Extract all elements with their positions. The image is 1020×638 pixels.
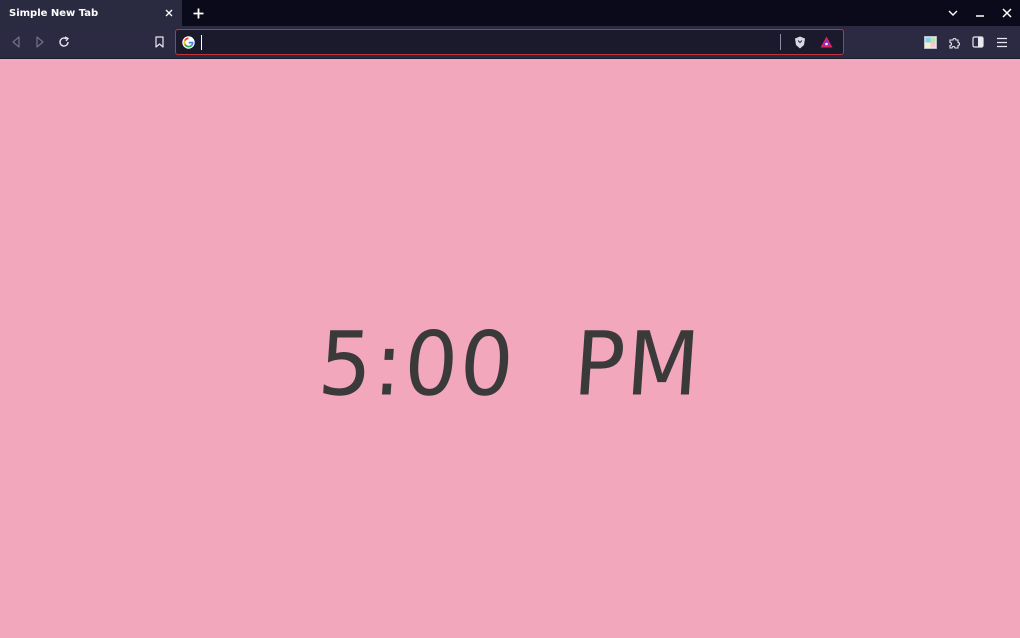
extension-tile-button[interactable] (918, 30, 942, 54)
tab-search-button[interactable] (939, 0, 966, 26)
toolbar (0, 26, 1020, 59)
brave-rewards-icon (820, 36, 832, 48)
google-icon (182, 35, 195, 49)
chevron-down-icon (948, 10, 957, 16)
extensions-button[interactable] (942, 30, 966, 54)
extension-tile-icon (923, 35, 937, 49)
toolbar-right (918, 30, 1014, 54)
brave-rewards-button[interactable] (815, 30, 837, 54)
url-input[interactable] (202, 32, 776, 52)
minimize-icon (975, 15, 984, 17)
new-tab-button[interactable] (182, 0, 214, 26)
tab-close-icon[interactable] (162, 6, 176, 20)
reload-icon (59, 36, 70, 47)
brave-shields-icon (795, 36, 805, 48)
navigation-buttons (4, 30, 76, 54)
sidebar-icon (972, 36, 984, 48)
bookmark-button[interactable] (147, 30, 171, 54)
plus-icon (193, 8, 203, 18)
back-button[interactable] (4, 30, 28, 54)
url-separator (780, 34, 781, 50)
bookmark-icon (154, 36, 164, 48)
browser-window: Simple New Tab 5:00 PM (0, 0, 1020, 638)
new-tab-page: 5:00 PM (0, 59, 1020, 638)
forward-arrow-icon (36, 36, 44, 48)
forward-button[interactable] (28, 30, 52, 54)
window-controls (939, 0, 1020, 26)
close-icon (1001, 8, 1012, 18)
main-menu-button[interactable] (990, 30, 1014, 54)
reload-button[interactable] (52, 30, 76, 54)
tab-strip: Simple New Tab (0, 0, 1020, 26)
active-tab[interactable]: Simple New Tab (0, 0, 182, 26)
hamburger-menu-icon (997, 37, 1007, 47)
clock-display: 5:00 PM (315, 312, 705, 416)
tab-title: Simple New Tab (9, 7, 99, 19)
sidebar-button[interactable] (966, 30, 990, 54)
back-arrow-icon (12, 36, 20, 48)
address-bar[interactable] (175, 29, 844, 55)
close-window-button[interactable] (993, 0, 1020, 26)
brave-shields-button[interactable] (789, 30, 811, 54)
minimize-button[interactable] (966, 0, 993, 26)
extensions-puzzle-icon (948, 37, 960, 49)
